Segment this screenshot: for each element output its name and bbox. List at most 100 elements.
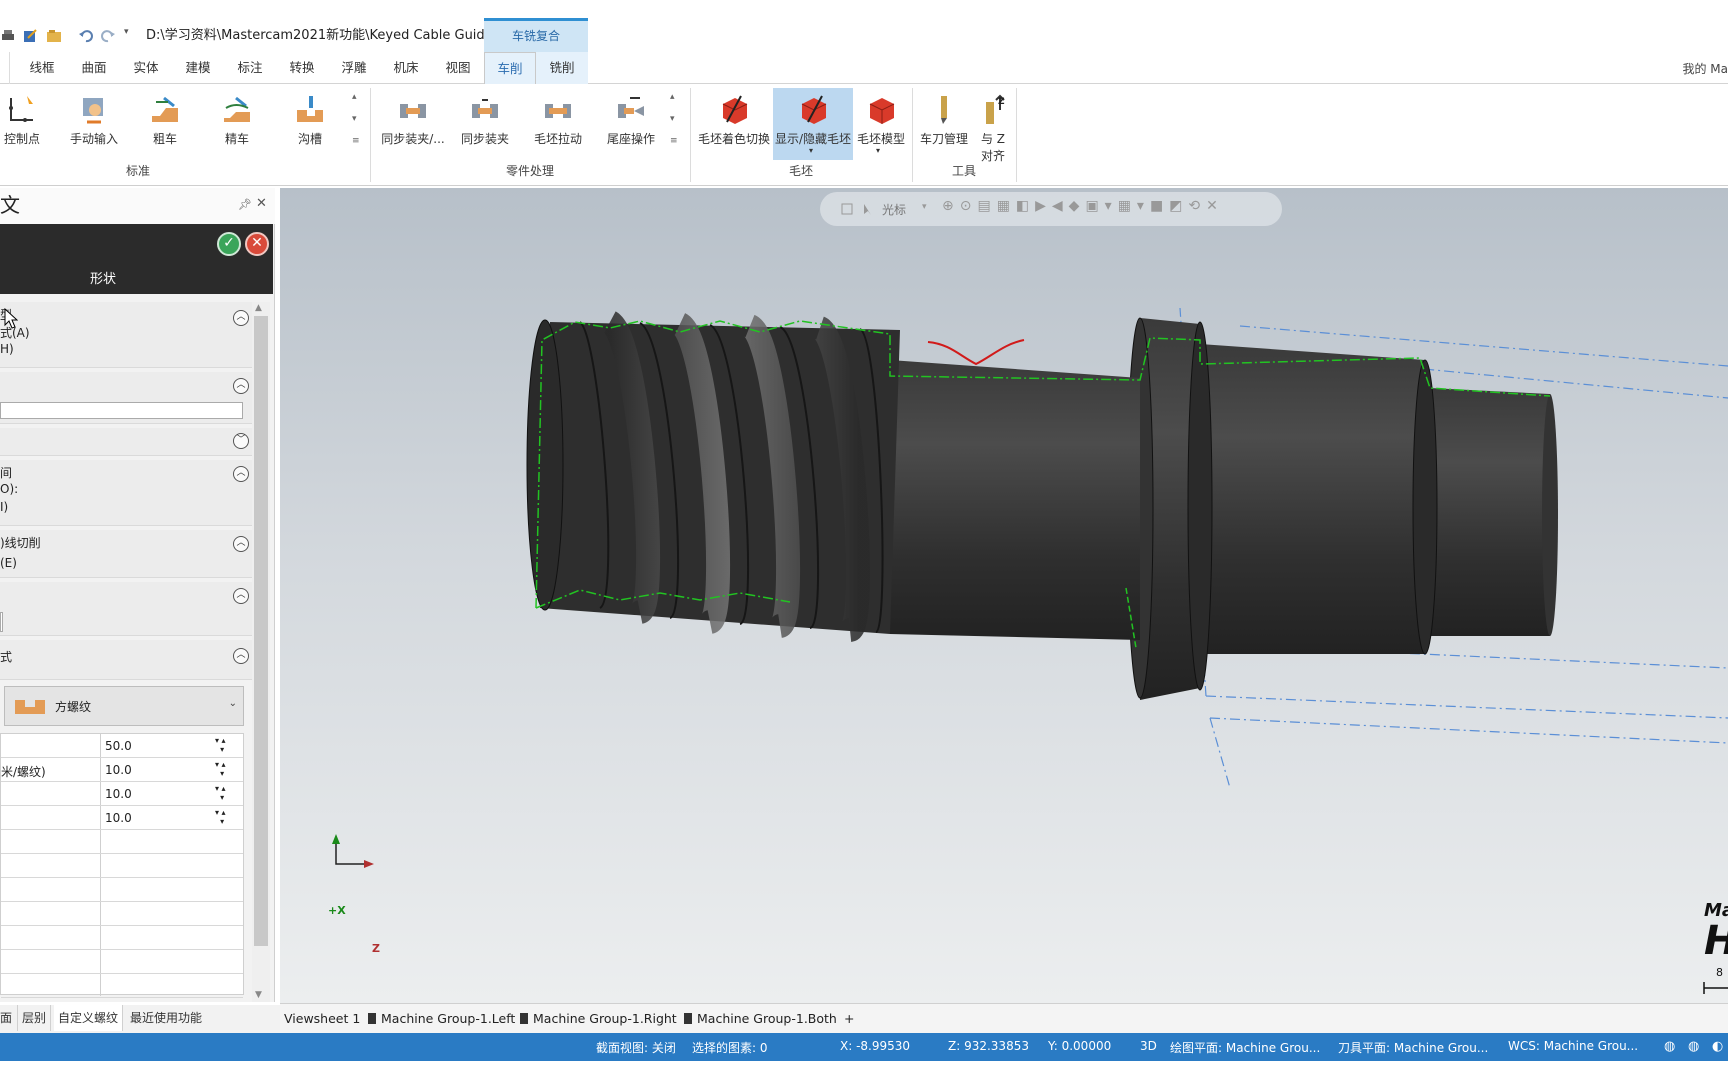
ok-button[interactable]: ✓ (217, 232, 241, 256)
ribbon-expand-icon-2[interactable]: ≡ (670, 136, 678, 146)
label-s5b[interactable]: (E) (0, 556, 17, 570)
thread-form-select[interactable]: 方螺纹 ⌄ (4, 686, 244, 726)
add-viewsheet-button[interactable]: + (844, 1008, 854, 1030)
ribbon-scroll-down-icon[interactable]: ▾ (352, 114, 357, 124)
groove-button[interactable]: 沟槽 (288, 88, 332, 160)
cursor-select-icon[interactable] (862, 202, 876, 216)
row-value[interactable]: 10.0 (105, 811, 132, 825)
tab-wireframe[interactable]: 线框 (22, 52, 62, 84)
viewsheet-tab-both[interactable]: Machine Group-1.Both (684, 1008, 837, 1030)
tab-model-prep[interactable]: 建模 (178, 52, 218, 84)
show-hide-stock-button[interactable]: 显示/隐藏毛坯 ▾ (773, 88, 853, 160)
selection-tools-icons[interactable]: ⊕⊙▤▦◧▶◀◆▣▾▦▾■◩⟲✕ (942, 198, 1224, 214)
label-s4c[interactable]: I) (0, 500, 8, 514)
expand-icon[interactable]: ﹀ (233, 433, 249, 449)
collapse-icon[interactable]: ︿ (233, 536, 249, 552)
table-row[interactable] (1, 878, 243, 902)
table-row[interactable] (1, 902, 243, 926)
table-row[interactable] (1, 830, 243, 854)
stock-color-toggle-button[interactable]: 毛坯着色切换 (696, 88, 772, 160)
ribbon-expand-icon[interactable]: ≡ (352, 136, 360, 146)
sync-clamp-button[interactable]: 同步装夹 (456, 88, 514, 160)
spinner-icon[interactable]: ▾ ▴ ▾ (215, 784, 226, 802)
tab-milling[interactable]: 铣削 (536, 52, 588, 84)
cursor-mode-label[interactable]: 光标 (882, 201, 906, 218)
tab-truncated[interactable] (0, 52, 10, 84)
stock-model-button[interactable]: 毛坯模型 ▾ (856, 88, 906, 160)
graphics-viewport[interactable]: 光标 ▾ ⊕⊙▤▦◧▶◀◆▣▾▦▾■◩⟲✕ +X Z Ma H 8 (280, 188, 1728, 1003)
tab-transform[interactable]: 转换 (282, 52, 322, 84)
redo-icon[interactable] (100, 28, 116, 44)
open-folder-icon[interactable] (46, 28, 62, 44)
table-row[interactable]: 10.0 ▾ ▴ ▾ (1, 806, 243, 830)
stock-pull-button[interactable]: 毛坯拉动 (530, 88, 586, 160)
table-row[interactable] (1, 926, 243, 950)
globe-icon[interactable]: ◍ (1664, 1039, 1675, 1054)
tab-turning[interactable]: 车削 (484, 52, 536, 85)
network-icon[interactable]: ◍ (1688, 1039, 1699, 1054)
viewsheet-tab-right[interactable]: Machine Group-1.Right (520, 1008, 677, 1030)
account-menu[interactable]: 我的 Ma (1682, 60, 1728, 77)
context-tab-mill-turn[interactable]: 车铣复合 (484, 18, 588, 52)
rough-button[interactable]: 粗车 (140, 88, 190, 160)
print-icon[interactable] (0, 28, 16, 44)
spinner-icon[interactable]: ▾ ▴ ▾ (215, 736, 226, 754)
pin-icon[interactable]: 📌︎ (238, 198, 252, 211)
sync-chuck-button[interactable]: 同步装夹/... (380, 88, 446, 160)
row-value[interactable]: 50.0 (105, 739, 132, 753)
tab-surfaces[interactable]: 曲面 (74, 52, 114, 84)
display-icon[interactable]: ◐ (1712, 1039, 1723, 1054)
viewsheet-tab-1[interactable]: Viewsheet 1 (284, 1008, 360, 1030)
panel-scrollbar[interactable]: ▲ ▼ (252, 302, 270, 1002)
tab-recent-functions[interactable]: 最近使用功能 (126, 1005, 206, 1031)
tab-custom-thread[interactable]: 自定义螺纹 (54, 1005, 124, 1031)
table-row[interactable] (1, 974, 243, 998)
tab-levels[interactable]: 层别 (18, 1005, 52, 1031)
tool-plane-status[interactable]: 刀具平面: Machine Grou... (1338, 1039, 1488, 1056)
collapse-icon[interactable]: ︿ (233, 378, 249, 394)
viewport-toolbar[interactable]: 光标 ▾ ⊕⊙▤▦◧▶◀◆▣▾▦▾■◩⟲✕ (820, 192, 1282, 226)
ribbon-scroll-up-icon-2[interactable]: ▴ (670, 92, 675, 102)
edit-save-icon[interactable] (22, 28, 38, 44)
spinner-icon[interactable]: ▾ ▴ ▾ (215, 760, 226, 778)
control-point-button[interactable]: 控制点 (0, 88, 44, 160)
row-value[interactable]: 10.0 (105, 787, 132, 801)
show-hide-stock-dropdown-icon[interactable]: ▾ (809, 146, 813, 155)
manual-entry-button[interactable]: 手动输入 (66, 88, 122, 160)
table-row[interactable]: 米/螺纹) 10.0 ▾ ▴ ▾ (1, 758, 243, 782)
qat-dropdown-icon[interactable]: ▾ (124, 27, 129, 37)
cursor-mode-dropdown-icon[interactable]: ▾ (922, 202, 927, 212)
table-row[interactable] (1, 854, 243, 878)
text-input[interactable] (0, 402, 243, 419)
tab-relief[interactable]: 浮雕 (334, 52, 374, 84)
scrollbar-thumb[interactable] (254, 316, 268, 946)
viewsheet-tab-left[interactable]: Machine Group-1.Left (368, 1008, 515, 1030)
align-z-button[interactable]: Z 与 Z 对齐 (974, 88, 1012, 166)
section-view-status[interactable]: 截面视图: 关闭 (596, 1039, 676, 1056)
construction-plane-status[interactable]: 绘图平面: Machine Grou... (1170, 1039, 1320, 1056)
row-value[interactable]: 10.0 (105, 763, 132, 777)
collapse-icon[interactable]: ︿ (233, 466, 249, 482)
cube-icon[interactable] (840, 202, 854, 216)
collapse-icon[interactable]: ︿ (233, 588, 249, 604)
partial-input[interactable] (0, 612, 3, 632)
tab-machine[interactable]: 机床 (386, 52, 426, 84)
finish-button[interactable]: 精车 (212, 88, 262, 160)
tool-manager-button[interactable]: 车刀管理 (918, 88, 970, 160)
tab-view[interactable]: 视图 (438, 52, 478, 84)
tab-drafting[interactable]: 标注 (230, 52, 270, 84)
undo-icon[interactable] (78, 28, 94, 44)
table-row[interactable]: 10.0 ▾ ▴ ▾ (1, 782, 243, 806)
scroll-down-icon[interactable]: ▼ (255, 990, 262, 1000)
close-icon[interactable]: ✕ (256, 196, 267, 211)
tab-planes[interactable]: 面 (0, 1005, 18, 1031)
wcs-status[interactable]: WCS: Machine Grou... (1508, 1039, 1638, 1053)
ribbon-scroll-up-icon[interactable]: ▴ (352, 92, 357, 102)
tab-solids[interactable]: 实体 (126, 52, 166, 84)
tab-shape[interactable]: 形状 (0, 268, 206, 287)
collapse-icon[interactable]: ︿ (233, 310, 249, 326)
table-row[interactable]: 50.0 ▾ ▴ ▾ (1, 734, 243, 758)
table-row[interactable] (1, 950, 243, 974)
scroll-up-icon[interactable]: ▲ (255, 303, 262, 313)
stock-model-dropdown-icon[interactable]: ▾ (876, 146, 880, 155)
